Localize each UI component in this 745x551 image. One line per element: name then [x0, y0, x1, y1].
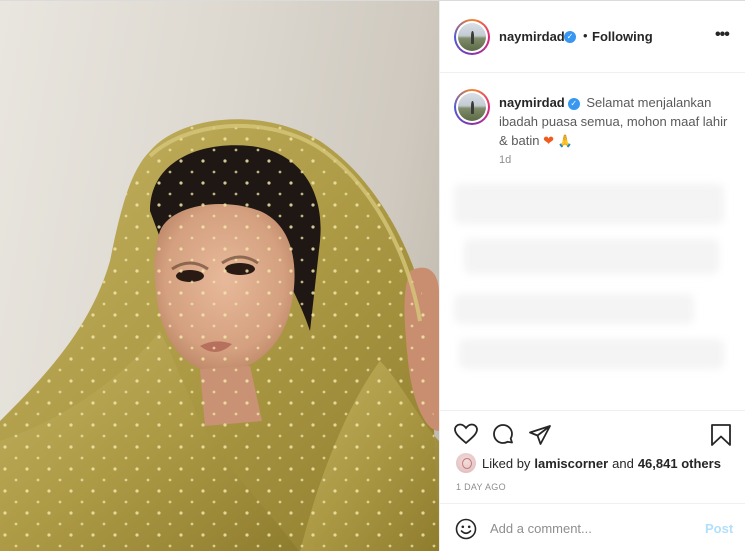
post-photo[interactable]: [0, 1, 439, 551]
caption-text: naymirdad ✓ Selamat menjalankan ibadah pu…: [499, 93, 734, 151]
send-icon[interactable]: [528, 423, 552, 447]
post-side-panel: naymirdad ✓ • Following ••• naymirdad ✓ S…: [439, 1, 745, 551]
orange-heart-emoji: ❤: [543, 133, 555, 148]
likes-prefix: Liked by: [482, 455, 531, 471]
liker-avatar[interactable]: [456, 453, 476, 473]
caption-area: naymirdad ✓ Selamat menjalankan ibadah pu…: [440, 74, 745, 410]
portrait-illustration: [0, 119, 439, 551]
following-button[interactable]: Following: [592, 29, 653, 44]
smiley-icon[interactable]: [455, 518, 477, 540]
blurred-comments: [454, 184, 734, 374]
action-bar: [440, 410, 745, 456]
comment-icon[interactable]: [491, 423, 515, 447]
comment-input[interactable]: [490, 517, 690, 539]
liker-username[interactable]: lamiscorner: [534, 456, 608, 471]
post-comment-button[interactable]: Post: [705, 521, 733, 536]
post-header: naymirdad ✓ • Following •••: [440, 1, 745, 73]
likes-count[interactable]: 46,841 others: [638, 456, 721, 471]
verified-badge-icon: ✓: [567, 97, 580, 110]
caption-avatar[interactable]: [454, 89, 490, 125]
bookmark-icon[interactable]: [710, 423, 732, 447]
caption-relative-time[interactable]: 1d: [499, 154, 511, 166]
header-username[interactable]: naymirdad: [499, 29, 565, 44]
comment-bar: Post: [440, 503, 745, 551]
caption-username[interactable]: naymirdad: [499, 95, 565, 110]
folded-hands-emoji: 🙏: [557, 134, 573, 148]
post-timestamp[interactable]: 1 DAY AGO: [456, 482, 506, 492]
likes-summary: Liked by lamiscorner and 46,841 others: [456, 453, 725, 473]
more-horizontal-icon[interactable]: •••: [715, 26, 730, 44]
separator-dot: •: [583, 28, 588, 43]
likes-conjunction: and: [612, 455, 634, 471]
avatar[interactable]: [454, 19, 490, 55]
instagram-post: naymirdad ✓ • Following ••• naymirdad ✓ S…: [0, 0, 745, 551]
heart-icon[interactable]: [454, 423, 478, 445]
verified-badge-icon: ✓: [564, 31, 576, 43]
